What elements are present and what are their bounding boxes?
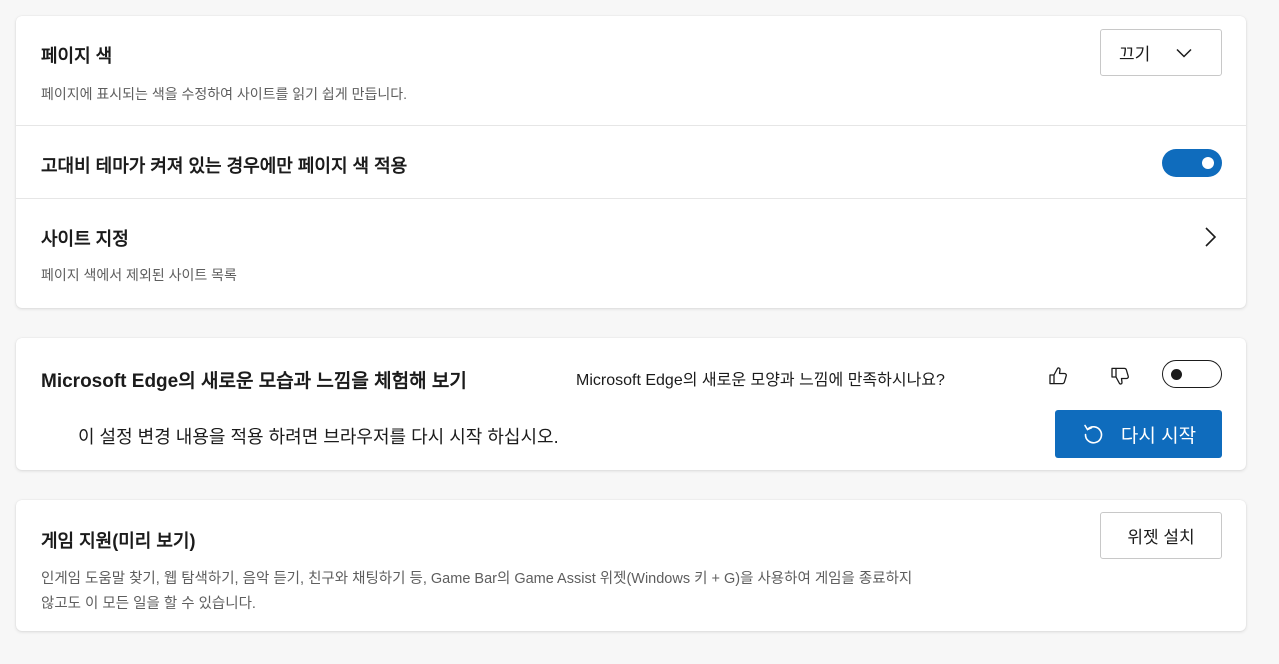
page-colors-dropdown-value: 끄기 xyxy=(1119,45,1151,64)
thumbs-up-button[interactable] xyxy=(1046,364,1070,388)
page-colors-description: 페이지에 표시되는 색을 수정하여 사이트를 읽기 쉽게 만듭니다. xyxy=(41,86,407,102)
feedback-question: Microsoft Edge의 새로운 모양과 느낌에 만족하시나요? xyxy=(576,372,945,389)
toggle-knob xyxy=(1171,368,1182,380)
page-colors-card: 페이지 색 페이지에 표시되는 색을 수정하여 사이트를 읽기 쉽게 만듭니다.… xyxy=(16,16,1246,308)
site-exceptions-row[interactable]: 사이트 지정 페이지 색에서 제외된 사이트 목록 xyxy=(16,199,1246,308)
divider xyxy=(16,125,1246,126)
chevron-right-icon xyxy=(1205,227,1217,247)
restart-button[interactable]: 다시 시작 xyxy=(1055,410,1222,458)
chevron-down-icon xyxy=(1176,48,1192,58)
game-assist-title: 게임 지원(미리 보기) xyxy=(41,531,196,551)
site-exceptions-description: 페이지 색에서 제외된 사이트 목록 xyxy=(41,267,237,283)
thumbs-up-icon xyxy=(1049,367,1067,385)
high-contrast-toggle[interactable] xyxy=(1162,149,1222,177)
site-exceptions-title: 사이트 지정 xyxy=(41,229,129,249)
thumbs-down-button[interactable] xyxy=(1108,364,1132,388)
game-assist-description-line2: 않고도 이 모든 일을 할 수 있습니다. xyxy=(41,596,256,612)
toggle-knob xyxy=(1202,157,1214,169)
game-assist-description-line1: 인게임 도움말 찾기, 웹 탐색하기, 음악 듣기, 친구와 채팅하기 등, G… xyxy=(41,571,913,587)
thumbs-down-icon xyxy=(1111,367,1129,385)
game-assist-card: 게임 지원(미리 보기) 위젯 설치 인게임 도움말 찾기, 웹 탐색하기, 음… xyxy=(16,500,1246,631)
restart-note: 이 설정 변경 내용을 적용 하려면 브라우저를 다시 시작 하십시오. xyxy=(78,427,559,447)
restart-icon xyxy=(1084,424,1103,444)
high-contrast-label: 고대비 테마가 켜져 있는 경우에만 페이지 색 적용 xyxy=(41,156,408,176)
page-colors-dropdown[interactable]: 끄기 xyxy=(1100,29,1222,76)
install-widget-button[interactable]: 위젯 설치 xyxy=(1100,512,1222,559)
restart-button-label: 다시 시작 xyxy=(1120,425,1197,447)
new-look-card: Microsoft Edge의 새로운 모습과 느낌을 체험해 보기 Micro… xyxy=(16,338,1246,470)
install-widget-label: 위젯 설치 xyxy=(1127,528,1195,547)
new-look-title: Microsoft Edge의 새로운 모습과 느낌을 체험해 보기 xyxy=(41,371,467,392)
new-look-toggle[interactable] xyxy=(1162,360,1222,388)
page-colors-title: 페이지 색 xyxy=(41,46,113,66)
